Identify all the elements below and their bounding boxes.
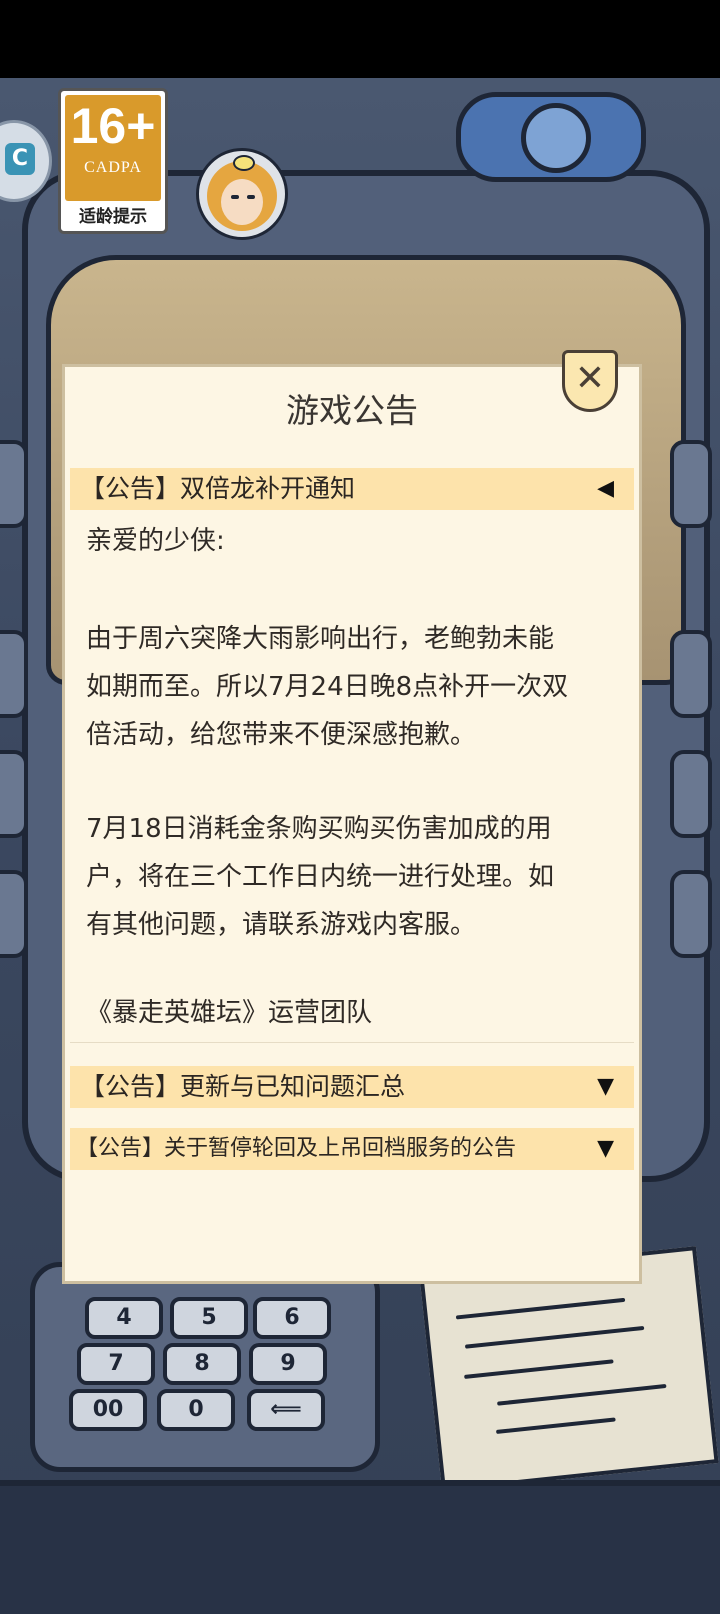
key-00: 00 bbox=[69, 1389, 147, 1431]
avatar-eye bbox=[231, 195, 239, 199]
body-paragraph2-line1: 7月18日消耗金条购买购买伤害加成的用 bbox=[86, 814, 552, 844]
announcement-header-1[interactable]: 【公告】双倍龙补开通知 ◀ bbox=[70, 468, 634, 510]
key-7: 7 bbox=[77, 1343, 155, 1385]
body-paragraph2-line2: 户，将在三个工作日内统一进行处理。如 bbox=[86, 862, 555, 892]
key-8: 8 bbox=[163, 1343, 241, 1385]
side-tab-left-4 bbox=[0, 870, 28, 958]
side-tab-right-1 bbox=[670, 440, 712, 528]
machine-top-button bbox=[456, 92, 646, 182]
body-paragraph1-line3: 倍活动，给您带来不便深感抱歉。 bbox=[86, 720, 477, 750]
age-rating-badge[interactable]: 16+ CADPA 适龄提示 bbox=[58, 88, 168, 234]
dialog-title: 游戏公告 bbox=[286, 391, 418, 430]
scribble-line bbox=[464, 1325, 645, 1349]
camera-lens-icon bbox=[521, 103, 591, 173]
close-icon: ✕ bbox=[574, 358, 606, 399]
machine-ledge bbox=[0, 1480, 720, 1614]
status-bar bbox=[0, 0, 720, 78]
app-logo-glyph: C bbox=[5, 143, 35, 175]
body-signature: 《暴走英雄坛》运营团队 bbox=[86, 998, 373, 1028]
scribble-line bbox=[495, 1417, 616, 1434]
announcement-header-3[interactable]: 【公告】关于暂停轮回及上吊回档服务的公告 ▼ bbox=[70, 1128, 634, 1170]
scribble-line bbox=[464, 1359, 614, 1379]
expand-arrow-icon: ▼ bbox=[597, 1136, 614, 1161]
side-tab-right-4 bbox=[670, 870, 712, 958]
body-paragraph1-line1: 由于周六突降大雨影响出行，老鲍勃未能 bbox=[86, 624, 555, 654]
avatar-eye bbox=[247, 195, 255, 199]
avatar-face bbox=[221, 179, 263, 225]
announcement-title: 【公告】关于暂停轮回及上吊回档服务的公告 bbox=[76, 1136, 517, 1161]
avatar-bow bbox=[233, 155, 255, 171]
age-rating-org: CADPA bbox=[84, 159, 142, 176]
key-6: 6 bbox=[253, 1297, 331, 1339]
announcement-title: 【公告】更新与已知问题汇总 bbox=[80, 1072, 406, 1101]
body-paragraph2-line3: 有其他问题，请联系游戏内客服。 bbox=[86, 910, 477, 940]
scribble-line bbox=[455, 1297, 626, 1320]
age-rating-number: 16+ bbox=[70, 98, 156, 154]
keypad: 4 5 6 7 8 9 00 0 ⟸ bbox=[30, 1262, 380, 1472]
key-5: 5 bbox=[170, 1297, 248, 1339]
key-back-icon: ⟸ bbox=[247, 1389, 325, 1431]
close-button[interactable]: ✕ bbox=[562, 350, 622, 420]
side-tab-left-2 bbox=[0, 630, 28, 718]
age-rating-plate: 16+ CADPA bbox=[65, 95, 161, 201]
collapse-arrow-icon: ◀ bbox=[597, 476, 614, 501]
body-greeting: 亲爱的少侠: bbox=[86, 526, 225, 556]
key-4: 4 bbox=[85, 1297, 163, 1339]
key-0: 0 bbox=[157, 1389, 235, 1431]
scribble-line bbox=[497, 1383, 667, 1406]
announcement-body: 亲爱的少侠: 由于周六突降大雨影响出行，老鲍勃未能 如期而至。所以7月24日晚8… bbox=[70, 512, 634, 1043]
expand-arrow-icon: ▼ bbox=[597, 1074, 614, 1099]
key-9: 9 bbox=[249, 1343, 327, 1385]
side-tab-right-3 bbox=[670, 750, 712, 838]
side-tab-left-1 bbox=[0, 440, 28, 528]
body-paragraph1-line2: 如期而至。所以7月24日晚8点补开一次双 bbox=[86, 672, 569, 702]
customer-service-avatar-icon[interactable] bbox=[196, 148, 288, 240]
announcement-header-2[interactable]: 【公告】更新与已知问题汇总 ▼ bbox=[70, 1066, 634, 1108]
announcement-title: 【公告】双倍龙补开通知 bbox=[80, 474, 356, 503]
side-tab-right-2 bbox=[670, 630, 712, 718]
age-rating-tip: 适龄提示 bbox=[79, 207, 147, 227]
side-tab-left-3 bbox=[0, 750, 28, 838]
